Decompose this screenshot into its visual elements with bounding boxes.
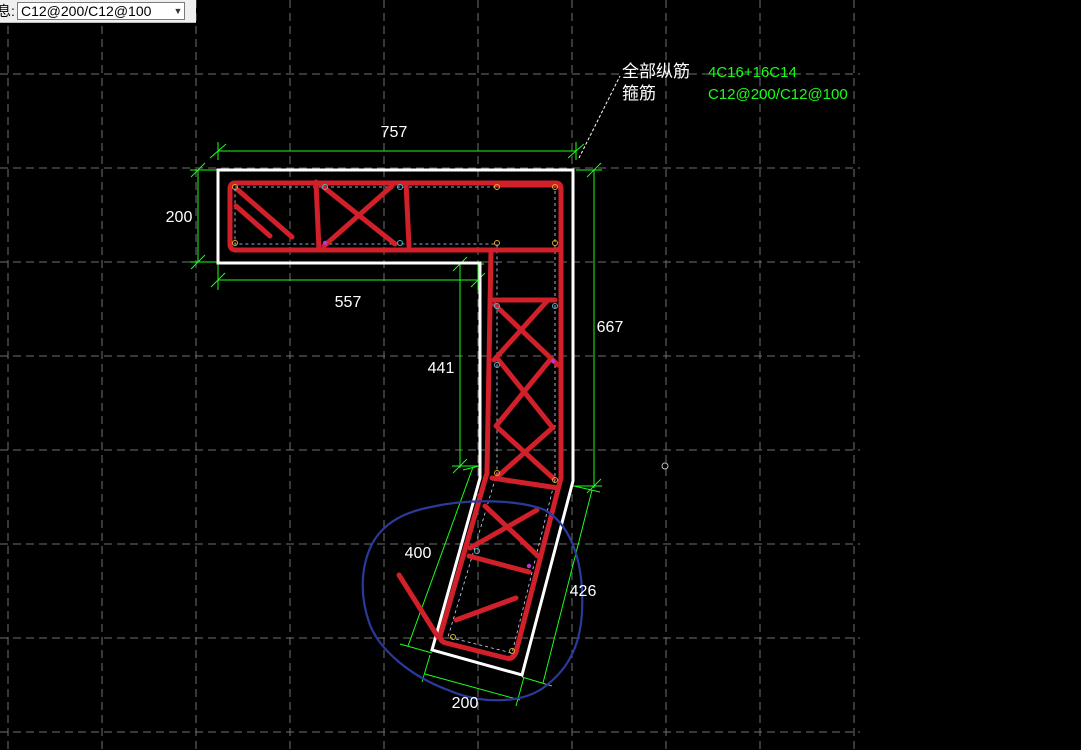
chevron-down-icon[interactable]: ▼: [172, 6, 184, 16]
rebar-nodes: [232, 184, 558, 654]
stirrup-value: C12@200/C12@100: [708, 86, 848, 103]
dim-top-width: 757: [381, 124, 408, 141]
dim-left-height: 200: [166, 209, 193, 226]
dimension-lines: [190, 142, 602, 707]
dim-inner-bottom: 557: [335, 294, 362, 311]
leader-line: [578, 75, 621, 159]
rebar-stirrups: [227, 179, 564, 661]
dim-diag-outer: 426: [570, 583, 597, 600]
drawing-canvas[interactable]: 757 200 557 441 667 400 426 200 全部纵筋 4C1…: [0, 0, 1081, 750]
property-toolbar: 息: C12@200/C12@100 ▼: [0, 0, 196, 23]
stirrup-label: 箍筋: [622, 84, 656, 103]
field-label: 息:: [0, 3, 15, 19]
inner-dashed-outline: [234, 186, 556, 654]
snap-point-icon: [661, 462, 669, 470]
dim-inner-vertical: 441: [428, 360, 455, 377]
dim-bottom-width: 200: [452, 695, 479, 712]
stirrup-combobox[interactable]: C12@200/C12@100 ▼: [17, 2, 185, 20]
dim-diag-inner: 400: [405, 545, 432, 562]
longitudinal-label: 全部纵筋: [622, 62, 690, 81]
longitudinal-value: 4C16+16C14: [708, 64, 797, 81]
dim-right-height: 667: [597, 319, 624, 336]
stirrup-combobox-value: C12@200/C12@100: [21, 3, 152, 19]
